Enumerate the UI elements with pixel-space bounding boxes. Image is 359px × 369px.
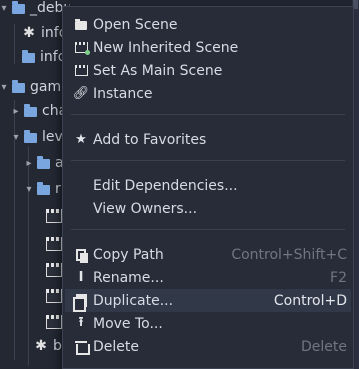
- tree-row-b[interactable]: ✱ b: [34, 335, 62, 357]
- folder-icon: [37, 182, 50, 195]
- scene-icon: [46, 289, 62, 303]
- menu-item-label: Instance: [93, 85, 153, 102]
- menu-item-shortcut: Control+D: [273, 292, 347, 309]
- star-icon: ★: [75, 132, 87, 147]
- menu-item-shortcut: F2: [330, 269, 347, 286]
- menu-separator: [71, 160, 345, 161]
- menu-item-label: Delete: [93, 338, 139, 355]
- menu-item-label: Rename...: [93, 269, 164, 286]
- scene-icon: [46, 315, 62, 329]
- menu-item-shortcut: Delete: [301, 338, 347, 355]
- menu-item-label: Move To...: [93, 315, 163, 332]
- filesystem-tree: ▾ _debug ✱ info info ▾ game ▸ cha ▾ lev …: [0, 0, 70, 369]
- expand-arrow-icon[interactable]: ▸: [24, 158, 34, 169]
- menu-item-view-owners[interactable]: View Owners...: [65, 197, 351, 220]
- copy-icon: [73, 247, 89, 263]
- menu-item-label: View Owners...: [93, 200, 198, 217]
- folder-icon: [12, 80, 25, 93]
- main-scene-icon: [73, 63, 89, 79]
- menu-item-open-scene[interactable]: Open Scene: [65, 13, 351, 36]
- menu-item-label: Open Scene: [93, 16, 178, 33]
- scene-icon: [46, 209, 62, 223]
- menu-item-duplicate[interactable]: Duplicate... Control+D: [65, 289, 351, 312]
- menu-item-edit-dependencies[interactable]: Edit Dependencies...: [65, 174, 351, 197]
- collapse-arrow-icon[interactable]: ▾: [0, 3, 9, 14]
- collapse-arrow-icon[interactable]: ▾: [24, 184, 34, 195]
- tree-row-cha[interactable]: ▸ cha: [11, 100, 67, 122]
- menu-item-rename[interactable]: I Rename... F2: [65, 266, 351, 289]
- expand-arrow-icon[interactable]: ▸: [11, 106, 21, 117]
- folder-icon: [24, 130, 37, 143]
- gear-icon: ✱: [35, 338, 47, 354]
- menu-item-label: Set As Main Scene: [93, 62, 223, 79]
- move-icon: ⭱: [78, 314, 84, 330]
- link-icon: 🔗︎: [72, 86, 90, 101]
- trash-icon: [73, 339, 90, 355]
- tree-row-label: b: [53, 338, 62, 354]
- scene-icon: [46, 237, 62, 251]
- tree-row-r[interactable]: ▾ r: [24, 178, 61, 200]
- menu-item-shortcut: Control+Shift+C: [231, 246, 347, 263]
- folder-icon: [24, 104, 37, 117]
- menu-item-label: Edit Dependencies...: [93, 177, 238, 194]
- tree-row-debug[interactable]: ▾ _debug: [0, 0, 70, 19]
- menu-item-instance[interactable]: 🔗︎ Instance: [65, 82, 351, 105]
- tree-row-info-1[interactable]: ✱ info: [22, 22, 67, 44]
- menu-item-label: New Inherited Scene: [93, 39, 239, 56]
- menu-item-set-as-main-scene[interactable]: Set As Main Scene: [65, 59, 351, 82]
- new-inherited-scene-icon: [73, 40, 90, 56]
- tree-row-a[interactable]: ▸ a: [24, 152, 63, 174]
- gear-icon: ✱: [23, 25, 35, 41]
- menu-item-label: Duplicate...: [93, 292, 174, 309]
- tree-row-label: lev: [42, 129, 63, 145]
- rename-icon: I: [78, 270, 84, 285]
- scene-icon: [46, 263, 62, 277]
- menu-item-label: Add to Favorites: [93, 131, 207, 148]
- duplicate-icon: [72, 293, 89, 312]
- menu-item-new-inherited-scene[interactable]: New Inherited Scene: [65, 36, 351, 59]
- menu-item-move-to[interactable]: ⭱ Move To...: [65, 312, 351, 335]
- menu-separator: [71, 229, 345, 230]
- collapse-arrow-icon[interactable]: ▾: [11, 132, 21, 143]
- menu-item-add-to-favorites[interactable]: ★ Add to Favorites: [65, 128, 351, 151]
- menu-item-label: Copy Path: [93, 246, 164, 263]
- folder-open-icon: [73, 17, 89, 33]
- folder-icon: [37, 156, 50, 169]
- folder-icon: [22, 50, 35, 63]
- menu-separator: [71, 114, 345, 115]
- menu-item-delete[interactable]: Delete Delete: [65, 335, 351, 358]
- menu-item-copy-path[interactable]: Copy Path Control+Shift+C: [65, 243, 351, 266]
- tree-guide-line: [14, 24, 15, 64]
- tree-row-game[interactable]: ▾ game: [0, 76, 69, 98]
- folder-icon: [12, 1, 25, 14]
- tree-row-info-2[interactable]: info: [22, 46, 66, 68]
- tree-row-label: r: [55, 181, 61, 197]
- tree-row-lev[interactable]: ▾ lev: [11, 126, 63, 148]
- file-context-menu: Open Scene New Inherited Scene Set As Ma…: [62, 6, 354, 369]
- collapse-arrow-icon[interactable]: ▾: [0, 82, 9, 93]
